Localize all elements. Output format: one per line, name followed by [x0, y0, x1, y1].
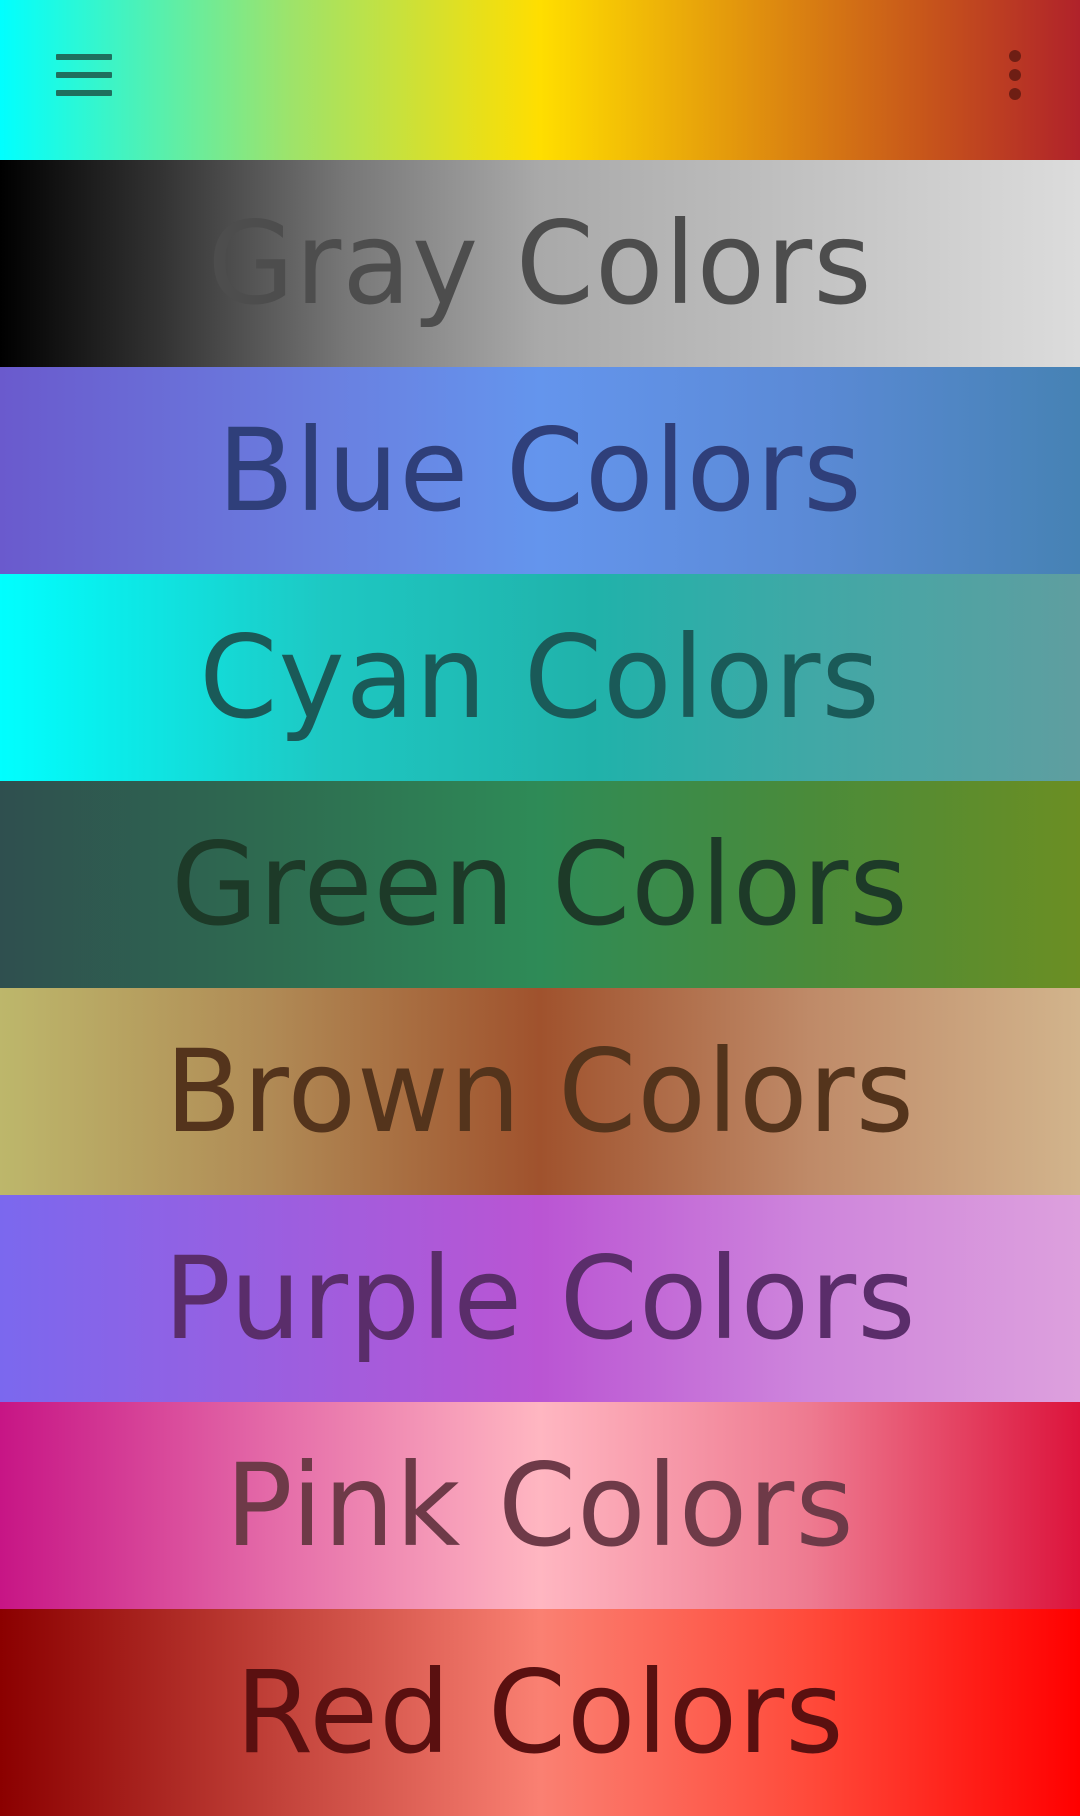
category-blue-colors[interactable]: Blue Colors — [0, 367, 1080, 574]
dot — [1009, 88, 1021, 100]
category-label: Green Colors — [171, 818, 909, 951]
menu-line — [56, 54, 112, 60]
category-green-colors[interactable]: Green Colors — [0, 781, 1080, 988]
category-label: Brown Colors — [165, 1025, 915, 1158]
category-label: Pink Colors — [225, 1439, 855, 1572]
category-red-colors[interactable]: Red Colors — [0, 1609, 1080, 1816]
category-label: Red Colors — [235, 1646, 845, 1780]
hamburger-menu-icon[interactable] — [40, 36, 128, 114]
category-purple-colors[interactable]: Purple Colors — [0, 1195, 1080, 1402]
category-gray-colors[interactable]: Gray Colors — [0, 160, 1080, 367]
color-category-list: Gray Colors Blue Colors Cyan Colors Gree… — [0, 160, 1080, 1816]
category-label: Gray Colors — [207, 197, 873, 330]
app-bar — [0, 0, 1080, 160]
more-options-icon[interactable] — [980, 36, 1050, 114]
category-label: Cyan Colors — [199, 611, 881, 744]
menu-line — [56, 90, 112, 96]
menu-line — [56, 72, 112, 78]
category-brown-colors[interactable]: Brown Colors — [0, 988, 1080, 1195]
category-label: Blue Colors — [217, 404, 863, 537]
category-cyan-colors[interactable]: Cyan Colors — [0, 574, 1080, 781]
dot — [1009, 69, 1021, 81]
dot — [1009, 50, 1021, 62]
category-label: Purple Colors — [163, 1232, 917, 1365]
category-pink-colors[interactable]: Pink Colors — [0, 1402, 1080, 1609]
